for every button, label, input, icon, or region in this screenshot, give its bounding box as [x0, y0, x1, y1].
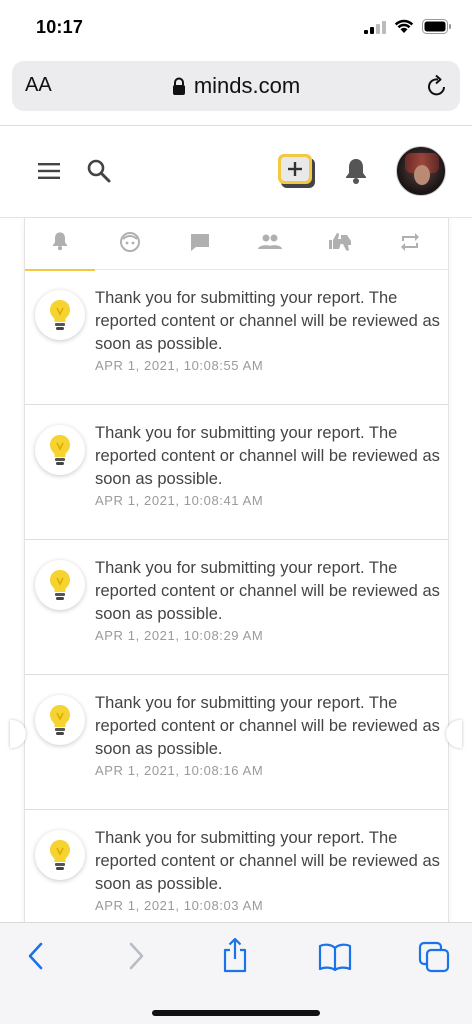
notification-timestamp: APR 1, 2021, 10:08:16 AM — [95, 763, 264, 778]
tab-all[interactable] — [25, 218, 95, 271]
comment-icon — [189, 232, 211, 257]
bell-icon — [51, 231, 69, 256]
address-bar[interactable]: AA minds.com — [12, 61, 460, 111]
bookmarks-button[interactable] — [318, 943, 352, 976]
notifications-panel: Thank you for submitting your report. Th… — [24, 218, 449, 945]
battery-icon — [422, 19, 452, 39]
lightbulb-icon — [35, 290, 85, 340]
menu-icon[interactable] — [38, 163, 60, 184]
repeat-icon — [400, 232, 420, 256]
people-icon — [258, 234, 282, 255]
notification-message: Thank you for submitting your report. Th… — [95, 829, 440, 893]
list-item[interactable]: Thank you for submitting your report. Th… — [25, 675, 448, 810]
tab-comments[interactable] — [165, 218, 235, 270]
notification-message: Thank you for submitting your report. Th… — [95, 289, 440, 353]
notifications-bell-icon[interactable] — [344, 157, 368, 190]
list-item[interactable]: Thank you for submitting your report. Th… — [25, 540, 448, 675]
list-item[interactable]: Thank you for submitting your report. Th… — [25, 405, 448, 540]
url-display[interactable]: minds.com — [12, 73, 460, 101]
status-time: 10:17 — [36, 17, 84, 37]
tab-reminds[interactable] — [375, 218, 445, 270]
back-button[interactable] — [26, 939, 46, 978]
tab-tags[interactable] — [95, 218, 165, 270]
signal-icon — [364, 20, 386, 39]
notification-tabs — [25, 218, 448, 271]
face-icon — [119, 231, 141, 258]
forward-button[interactable] — [126, 939, 146, 978]
tab-subscriptions[interactable] — [235, 218, 305, 270]
notification-message: Thank you for submitting your report. Th… — [95, 424, 440, 488]
compose-button[interactable] — [278, 154, 318, 195]
status-icons — [364, 19, 452, 39]
lightbulb-icon — [35, 425, 85, 475]
avatar[interactable] — [396, 146, 446, 196]
wifi-icon — [394, 19, 414, 39]
lightbulb-icon — [35, 560, 85, 610]
thumbs-icon — [327, 231, 353, 258]
notification-timestamp: APR 1, 2021, 10:08:03 AM — [95, 898, 264, 913]
notification-timestamp: APR 1, 2021, 10:08:41 AM — [95, 493, 264, 508]
domain-text: minds.com — [193, 73, 301, 98]
lightbulb-icon — [35, 830, 85, 880]
home-indicator — [152, 1010, 320, 1016]
notification-timestamp: APR 1, 2021, 10:08:55 AM — [95, 358, 264, 373]
share-button[interactable] — [221, 937, 249, 978]
notification-message: Thank you for submitting your report. Th… — [95, 559, 440, 623]
notification-timestamp: APR 1, 2021, 10:08:29 AM — [95, 628, 264, 643]
search-icon[interactable] — [86, 158, 112, 189]
list-item[interactable]: Thank you for submitting your report. Th… — [25, 270, 448, 405]
lightbulb-icon — [35, 695, 85, 745]
tab-votes[interactable] — [305, 218, 375, 270]
app-header — [0, 126, 472, 218]
browser-toolbar — [0, 922, 472, 1024]
notification-message: Thank you for submitting your report. Th… — [95, 694, 440, 758]
status-bar: 10:17 — [0, 0, 472, 52]
reload-icon[interactable] — [426, 74, 448, 103]
tabs-button[interactable] — [418, 941, 450, 978]
avatar-face — [414, 165, 430, 185]
lock-icon — [172, 75, 186, 101]
